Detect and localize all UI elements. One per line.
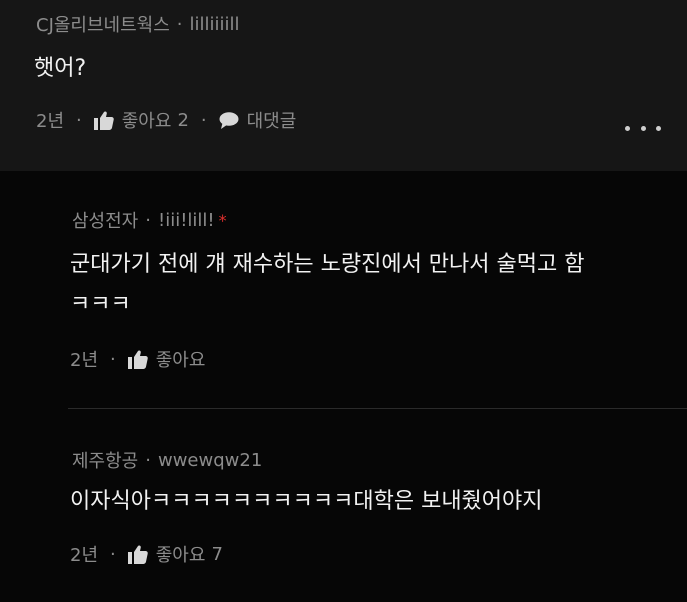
separator-dot: ·: [145, 209, 151, 231]
comment-author-company[interactable]: CJ올리브네트웍스: [36, 11, 170, 37]
separator-dot: ·: [176, 13, 183, 35]
separator-dot: ·: [110, 543, 116, 565]
comment-author-nickname[interactable]: lilliiiill: [190, 14, 240, 35]
reply-author-company[interactable]: 삼성전자: [72, 207, 138, 233]
more-dot: [625, 125, 630, 131]
reply-author-company[interactable]: 제주항공: [72, 447, 138, 473]
reply-button[interactable]: 대댓글: [219, 107, 297, 133]
thumbs-up-icon[interactable]: [127, 350, 148, 369]
separator-dot: ·: [200, 109, 207, 131]
reply-divider: [68, 408, 687, 409]
reply-text-line-2: ㅋㅋㅋ: [70, 292, 131, 317]
reply-author-nickname[interactable]: wwewqw21: [158, 450, 262, 471]
like-label[interactable]: 좋아요: [156, 346, 206, 372]
like-count: 7: [211, 543, 223, 565]
comment-time: 2년: [36, 111, 65, 132]
more-dot: [640, 125, 646, 131]
more-dot: [656, 125, 661, 131]
author-badge: *: [218, 210, 227, 230]
reply-time: 2년: [70, 350, 99, 371]
comment-thread: CJ올리브네트웍스 · lilliiiill 햇어? 2년 · 좋아요 2 ·: [0, 0, 687, 602]
thumbs-up-icon[interactable]: [93, 111, 114, 130]
more-dots-icon[interactable]: [625, 120, 661, 136]
reply-text-line-1: 이자식아ㅋㅋㅋㅋㅋㅋㅋㅋㅋㅋ대학은 보내줬어야지: [70, 489, 543, 514]
comment-meta: 2년 · 좋아요 2 · 대댓글: [36, 107, 296, 133]
replies-list: [0, 171, 687, 602]
comment-main: CJ올리브네트웍스 · lilliiiill 햇어? 2년 · 좋아요 2 ·: [0, 0, 687, 171]
reply-author-line: 삼성전자 · !iii!lill! *: [72, 207, 227, 233]
separator-dot: ·: [110, 348, 116, 370]
reply-meta: 2년 · 좋아요 7: [70, 541, 223, 567]
speech-bubble-icon: [219, 111, 239, 129]
reply-time: 2년: [70, 545, 99, 566]
separator-dot: ·: [145, 449, 151, 471]
reply-meta: 2년 · 좋아요: [70, 346, 205, 372]
reply-author-nickname[interactable]: !iii!lill!: [158, 210, 215, 231]
reply-text-line-1: 군대가기 전에 걔 재수하는 노량진에서 만나서 술먹고 함: [70, 252, 585, 277]
comment-text: 햇어?: [34, 56, 87, 81]
like-label[interactable]: 좋아요: [122, 107, 172, 133]
like-count: 2: [177, 109, 189, 131]
reply-label[interactable]: 대댓글: [247, 107, 297, 133]
thumbs-up-icon[interactable]: [127, 545, 148, 564]
like-label[interactable]: 좋아요: [156, 541, 206, 567]
reply-author-line: 제주항공 · wwewqw21: [72, 447, 262, 473]
separator-dot: ·: [76, 109, 82, 131]
comment-author-line: CJ올리브네트웍스 · lilliiiill: [36, 11, 240, 37]
